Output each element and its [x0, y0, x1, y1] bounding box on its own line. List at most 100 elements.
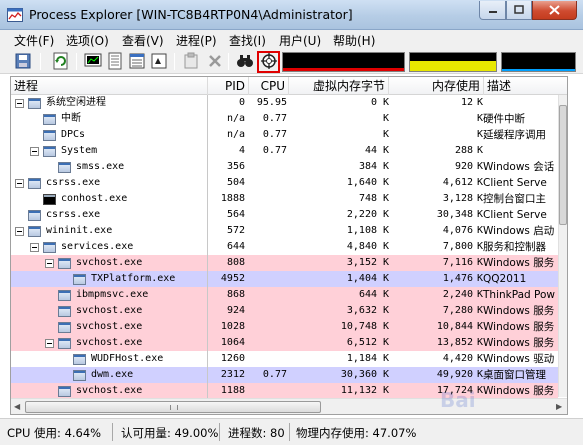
process-private-bytes: 748	[358, 193, 377, 204]
process-name: svchost.exe	[76, 321, 143, 332]
save-icon[interactable]	[14, 52, 32, 70]
process-working-unit: K	[476, 369, 483, 380]
process-row[interactable]: ibmpmsvc.exe 868 644 K 2,240 K ThinkPad Pow	[11, 287, 558, 303]
process-row[interactable]: wininit.exe 572 1,108 K 4,076 K Windows 启动	[11, 223, 558, 239]
process-working-unit: K	[476, 305, 483, 316]
io-graph-fill	[502, 69, 575, 71]
process-working-unit: K	[476, 177, 483, 188]
process-row[interactable]: 系统空闲进程 0 95.95 0 K 12 K	[11, 95, 558, 111]
column-private-bytes[interactable]: 虚拟内存字节	[289, 77, 389, 95]
title-bar: Process Explorer [WIN-TC8B4RTP0N4\Admini…	[0, 0, 583, 30]
process-private-bytes: 10,748	[340, 321, 377, 332]
menu-file[interactable]: 文件(F)	[14, 32, 54, 49]
process-row[interactable]: smss.exe 356 384 K 920 K Windows 会话	[11, 159, 558, 175]
vertical-scrollbar[interactable]	[558, 95, 567, 397]
menu-process[interactable]: 进程(P)	[176, 32, 217, 49]
vertical-scroll-thumb[interactable]	[559, 105, 567, 225]
horizontal-scroll-thumb[interactable]	[25, 401, 321, 413]
close-button[interactable]	[532, 1, 577, 20]
process-pid: n/a	[226, 129, 245, 140]
process-private-bytes: 644	[358, 289, 377, 300]
find-binoculars-icon[interactable]	[236, 52, 254, 70]
process-cpu: 95.95	[256, 97, 287, 108]
process-working-unit: K	[476, 273, 483, 284]
column-working-set[interactable]: 内存使用	[389, 77, 484, 95]
process-pid: 0	[238, 97, 245, 108]
process-row[interactable]: conhost.exe 1888 748 K 3,128 K 控制台窗口主	[11, 191, 558, 207]
menu-options[interactable]: 选项(O)	[66, 32, 109, 49]
process-row[interactable]: dwm.exe 2312 0.77 30,360 K 49,920 K 桌面窗口管理	[11, 367, 558, 383]
collapse-icon[interactable]	[15, 179, 24, 188]
collapse-icon[interactable]	[15, 227, 24, 236]
process-name: 中断	[61, 113, 81, 124]
process-row[interactable]: svchost.exe 808 3,152 K 7,116 K Windows 服务	[11, 255, 558, 271]
process-name: services.exe	[61, 241, 134, 252]
column-description[interactable]: 描述	[484, 77, 567, 95]
process-name: wininit.exe	[46, 225, 113, 236]
process-pid: 4952	[220, 273, 245, 284]
show-process-tree-icon[interactable]	[106, 52, 124, 70]
properties-icon[interactable]	[182, 52, 200, 70]
menu-view[interactable]: 查看(V)	[122, 32, 164, 49]
process-private-unit: K	[382, 145, 389, 156]
scroll-left-icon[interactable]: ◀	[14, 402, 20, 411]
system-information-icon[interactable]	[84, 52, 102, 70]
process-working-set: 920	[454, 161, 473, 172]
process-row[interactable]: System 4 0.77 44 K 288 K	[11, 143, 558, 159]
menu-help[interactable]: 帮助(H)	[333, 32, 375, 49]
show-lower-pane-icon[interactable]	[128, 52, 146, 70]
collapse-icon[interactable]	[30, 243, 39, 252]
process-row[interactable]: DPCs n/a 0.77 K K 延缓程序调用	[11, 127, 558, 143]
process-row[interactable]: svchost.exe 1028 10,748 K 10,844 K Windows 服务	[11, 319, 558, 335]
menu-users[interactable]: 用户(U)	[279, 32, 321, 49]
menu-find[interactable]: 查找(I)	[229, 32, 266, 49]
process-description: Windows 服务	[483, 337, 555, 349]
process-row[interactable]: WUDFHost.exe 1260 1,184 K 4,420 K Windows 驱动	[11, 351, 558, 367]
process-row[interactable]: svchost.exe 924 3,632 K 7,280 K Windows 服务	[11, 303, 558, 319]
process-icon	[73, 370, 86, 381]
memory-graph-fill	[410, 61, 496, 71]
maximize-button[interactable]	[506, 1, 532, 20]
horizontal-scrollbar[interactable]: ◀ ▶	[11, 398, 567, 414]
collapse-icon[interactable]	[45, 339, 54, 348]
process-pid: 572	[226, 225, 245, 236]
collapse-icon[interactable]	[30, 147, 39, 156]
process-row[interactable]: csrss.exe 564 2,220 K 30,348 K Client Serve	[11, 207, 558, 223]
process-row[interactable]: 中断 n/a 0.77 K K 硬件中断	[11, 111, 558, 127]
process-icon	[28, 210, 41, 221]
column-pid[interactable]: PID	[208, 77, 249, 95]
scroll-right-icon[interactable]: ▶	[556, 402, 562, 411]
column-process[interactable]: 进程	[11, 77, 208, 95]
process-private-unit: K	[382, 209, 389, 220]
show-handles-icon[interactable]	[150, 52, 168, 70]
process-list[interactable]: 进程 PID CPU 虚拟内存字节 内存使用 描述 系统空闲进程 0 95.95 0 K…	[10, 76, 568, 415]
process-description: Windows 启动	[483, 225, 555, 237]
process-row[interactable]: svchost.exe 1188 11,132 K 17,724 K Windows 服务	[11, 383, 558, 399]
process-row[interactable]: svchost.exe 1064 6,512 K 13,852 K Windows 服务	[11, 335, 558, 351]
minimize-button[interactable]	[479, 1, 506, 20]
process-icon	[43, 114, 56, 125]
process-icon	[28, 98, 41, 109]
process-private-bytes: 1,404	[346, 273, 377, 284]
process-row[interactable]: services.exe 644 4,840 K 7,800 K 服务和控制器	[11, 239, 558, 255]
refresh-icon[interactable]	[52, 52, 70, 70]
kill-process-icon[interactable]	[206, 52, 224, 70]
process-working-set: 7,116	[442, 257, 473, 268]
io-graph[interactable]	[501, 52, 576, 72]
process-row[interactable]: csrss.exe 504 1,640 K 4,612 K Client Serve	[11, 175, 558, 191]
process-row[interactable]: TXPlatform.exe 4952 1,404 K 1,476 K QQ2011	[11, 271, 558, 287]
process-name: svchost.exe	[76, 305, 143, 316]
collapse-icon[interactable]	[45, 259, 54, 268]
column-cpu[interactable]: CPU	[249, 77, 289, 95]
cpu-graph-fill	[283, 68, 404, 71]
toolbar-separator	[76, 53, 77, 70]
process-rows: 系统空闲进程 0 95.95 0 K 12 K 中断 n/a 0.77 K K 硬件中断 DPCs n/a 0…	[11, 95, 567, 414]
process-working-unit: K	[476, 145, 483, 156]
cpu-graph[interactable]	[282, 52, 405, 72]
process-description: 硬件中断	[483, 113, 525, 125]
memory-graph[interactable]	[409, 52, 497, 72]
process-icon	[58, 258, 71, 269]
process-private-unit: K	[382, 337, 389, 348]
collapse-icon[interactable]	[15, 99, 24, 108]
process-icon	[28, 178, 41, 189]
